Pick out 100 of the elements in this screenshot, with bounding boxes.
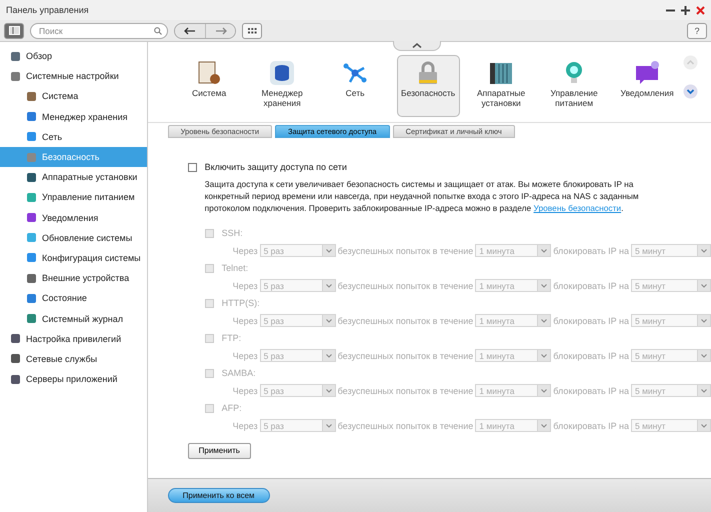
caret-icon <box>541 248 548 253</box>
caret-icon <box>701 248 707 253</box>
item-icon <box>26 272 37 284</box>
field-label: Через <box>232 246 258 256</box>
caret-icon <box>541 318 548 323</box>
field-label: Через <box>232 350 258 361</box>
sidebar-item[interactable]: Обзор <box>0 46 147 66</box>
protocol-label: SSH: <box>222 228 243 238</box>
protocol-label: FTP: <box>222 333 242 344</box>
caret-icon <box>701 388 707 393</box>
field-label: блокировать IP на <box>553 350 629 361</box>
item-icon <box>26 313 37 324</box>
sidebar-item[interactable]: Система <box>0 86 147 107</box>
field-label: безуспешных попыток в течение <box>338 350 474 361</box>
sidebar-item[interactable]: Менеджер хранения <box>0 106 147 127</box>
sidebar-item[interactable]: Внешние устройства <box>0 268 147 288</box>
field-label: блокировать IP на <box>553 316 629 326</box>
field-label: Через <box>232 420 258 431</box>
right-arrow-icon <box>214 26 226 34</box>
caret-icon <box>326 284 332 288</box>
field-label: блокировать IP на <box>553 420 629 431</box>
sidebar-item[interactable]: Конфигурация системы <box>0 248 147 268</box>
sidebar-item[interactable]: Системные настройки <box>0 66 147 86</box>
item-icon <box>26 172 37 183</box>
item-icon <box>10 70 21 82</box>
message-alert-icon <box>634 60 660 86</box>
app-shortcut[interactable]: Безопасность <box>396 55 460 117</box>
sidebar-item[interactable]: Сеть <box>0 126 147 147</box>
sidebar-item[interactable]: Настройка привилегий <box>0 328 147 349</box>
window-title: Панель управления <box>6 5 89 15</box>
caret-icon <box>701 354 707 358</box>
checkbox[interactable] <box>188 162 197 172</box>
app-shortcut[interactable]: Управление питанием <box>542 55 606 117</box>
sidebar-item[interactable]: Уведомления <box>0 208 147 228</box>
item-icon <box>10 353 21 364</box>
field-label: Через <box>232 280 258 291</box>
database-icon <box>269 60 296 86</box>
item-icon <box>26 232 37 244</box>
sidebar-item[interactable]: Состояние <box>0 288 147 308</box>
sidebar-item[interactable]: Аппаратные установки <box>0 167 147 188</box>
field-label: безуспешных попыток в течение <box>338 316 474 326</box>
item-icon <box>10 374 21 385</box>
checkbox-label: Включить защиту доступа по сети <box>204 162 347 172</box>
item-icon <box>10 50 21 62</box>
caret-icon <box>541 354 548 358</box>
security-level-link[interactable]: Уровень безопасности <box>534 203 622 214</box>
field-label: безуспешных попыток в течение <box>338 246 474 256</box>
field-label: Через <box>232 386 258 396</box>
item-icon <box>26 90 37 102</box>
protocol-label: Telnet: <box>222 263 248 274</box>
sidebar-item[interactable]: Сетевые службы <box>0 348 147 369</box>
caret-icon <box>326 388 332 393</box>
chevron-up-icon <box>412 43 422 48</box>
caret-icon <box>326 424 332 428</box>
protocol-label: SAMBA: <box>222 368 256 378</box>
close-icon[interactable] <box>696 6 705 14</box>
description-text: Защита доступа к сети увеличивает безопасность системы и защищает от атак. Вы можете блокировать IP на конкретный период времени или навсегда, при неудачной попытке входа с этого IP-адреса на NAS с заданным протоколом подключения. Проверить заблокированные IP-адреса можно в разделе Уровень безопасности. <box>204 178 640 215</box>
protocol-label: HTTP(S): <box>222 298 260 308</box>
sidebar-item[interactable]: Управление питанием <box>0 187 147 208</box>
caret-icon <box>701 284 707 288</box>
field-label: безуспешных попыток в течение <box>338 420 474 431</box>
app-shortcut[interactable]: Система <box>178 55 241 117</box>
maximize-icon[interactable] <box>681 6 690 14</box>
item-icon <box>10 333 21 344</box>
collapse-button[interactable] <box>392 41 441 51</box>
caret-icon <box>326 248 332 253</box>
sidebar-item[interactable]: Системный журнал <box>0 308 147 329</box>
apps-grid-button[interactable] <box>242 22 262 38</box>
caret-icon <box>541 388 548 393</box>
search-field[interactable]: Поиск <box>30 22 168 38</box>
app-shortcut[interactable]: Сеть <box>324 55 387 117</box>
app-shortcut[interactable]: Аппаратные установки <box>470 55 533 117</box>
scroll-down-icon[interactable] <box>682 84 698 99</box>
item-icon <box>26 192 37 203</box>
caret-icon <box>541 424 548 428</box>
item-icon <box>26 152 37 163</box>
help-button[interactable]: ? <box>687 22 707 38</box>
item-icon <box>26 252 37 264</box>
caret-icon <box>701 424 707 428</box>
apply-all-button[interactable]: Применить ко всем <box>168 488 270 503</box>
item-icon <box>26 111 37 122</box>
sidebar-item[interactable]: Обновление системы <box>0 228 147 248</box>
app-shortcut[interactable]: Уведомления <box>616 55 679 117</box>
sidebar-toggle-button[interactable] <box>4 22 24 38</box>
caret-icon <box>326 354 332 358</box>
left-arrow-icon <box>184 26 196 34</box>
apply-button[interactable]: Применить <box>188 442 251 459</box>
back-button[interactable] <box>175 24 205 38</box>
field-label: безуспешных попыток в течение <box>338 386 474 396</box>
field-label: блокировать IP на <box>553 246 629 256</box>
app-shortcut[interactable]: Менеджер хранения <box>250 55 314 117</box>
clipboard-gear-icon <box>196 60 222 86</box>
caret-icon <box>701 318 707 323</box>
server-rack-icon <box>488 60 514 86</box>
caret-icon <box>326 318 332 323</box>
item-icon <box>26 292 37 304</box>
protocol-label: AFP: <box>222 403 242 414</box>
search-icon <box>154 26 162 34</box>
item-icon <box>26 131 37 142</box>
sidebar-item[interactable]: Серверы приложений <box>0 369 147 390</box>
